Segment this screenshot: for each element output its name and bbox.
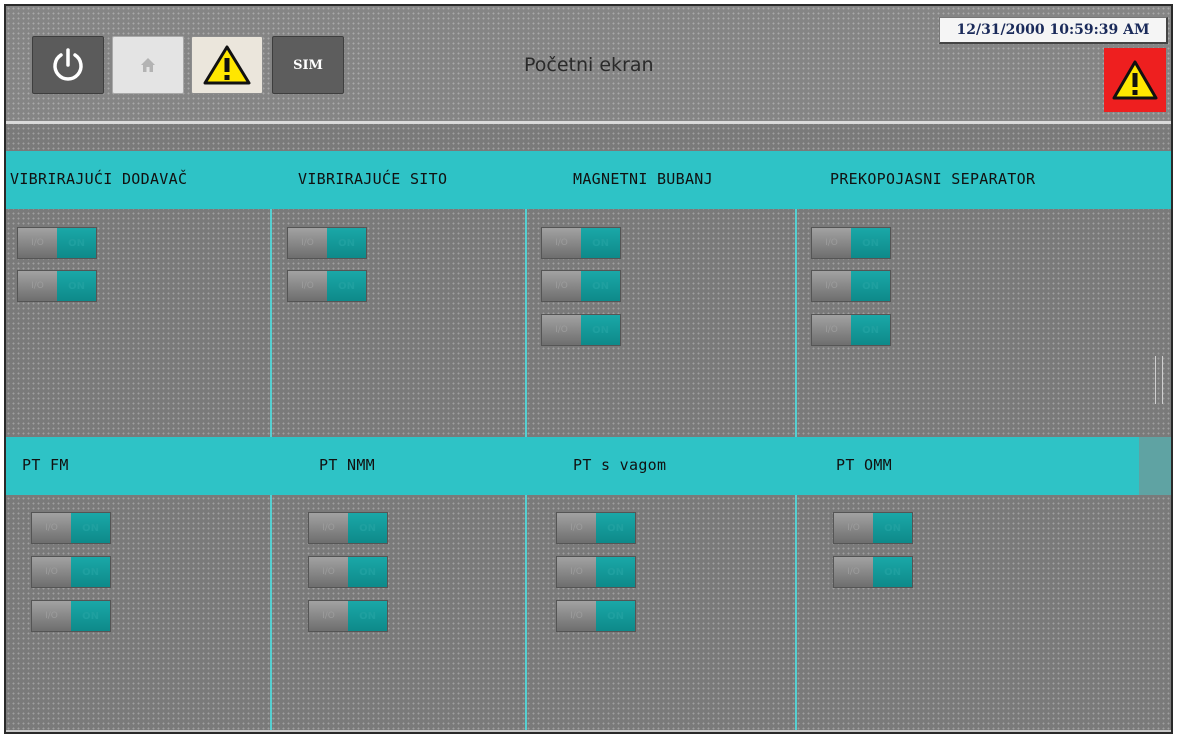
- toggle-switch[interactable]: I/O ON: [833, 512, 913, 544]
- toggle-on-side: ON: [327, 228, 366, 258]
- toggle-switch[interactable]: I/O ON: [31, 512, 111, 544]
- toggle-off-side: I/O: [812, 228, 851, 258]
- toggle-on-side: ON: [71, 557, 110, 587]
- home-button[interactable]: [112, 36, 184, 94]
- section-title-pt-omm: PT OMM: [836, 456, 892, 474]
- toggle-switch[interactable]: I/O ON: [31, 556, 111, 588]
- sim-button-label: SIM: [293, 57, 323, 73]
- toggle-switch[interactable]: I/O ON: [811, 227, 891, 259]
- toggle-switch[interactable]: I/O ON: [833, 556, 913, 588]
- column-divider: [795, 209, 797, 437]
- scrollbar-grip[interactable]: [1155, 356, 1163, 404]
- toggle-on-side: ON: [873, 557, 912, 587]
- section-title-prekopojasni-separator: PREKOPOJASNI SEPARATOR: [830, 170, 1036, 188]
- toggle-on-side: ON: [873, 513, 912, 543]
- toggle-on-side: ON: [851, 228, 890, 258]
- toggle-switch[interactable]: I/O ON: [556, 600, 636, 632]
- warning-icon: [203, 45, 251, 85]
- toggle-switch[interactable]: I/O ON: [541, 270, 621, 302]
- toggle-on-side: ON: [57, 228, 96, 258]
- toggle-on-side: ON: [57, 271, 96, 301]
- toggle-off-side: I/O: [32, 601, 71, 631]
- toggle-off-side: I/O: [32, 557, 71, 587]
- power-icon: [53, 48, 83, 81]
- toggle-on-side: ON: [581, 315, 620, 345]
- toggle-switch[interactable]: I/O ON: [811, 314, 891, 346]
- column-divider: [525, 495, 527, 732]
- alarm-view-button[interactable]: [191, 36, 263, 94]
- toggle-off-side: I/O: [812, 271, 851, 301]
- sim-button[interactable]: SIM: [272, 36, 344, 94]
- toggle-on-side: ON: [327, 271, 366, 301]
- power-button[interactable]: [32, 36, 104, 94]
- section-title-pt-fm: PT FM: [22, 456, 69, 474]
- header-bar: SIM Početni ekran 12/31/2000 10:59:39 AM: [6, 6, 1171, 124]
- toggle-switch[interactable]: I/O ON: [556, 556, 636, 588]
- toggle-off-side: I/O: [288, 271, 327, 301]
- toggle-on-side: ON: [71, 601, 110, 631]
- toggle-off-side: I/O: [288, 228, 327, 258]
- toggle-on-side: ON: [71, 513, 110, 543]
- toggle-off-side: I/O: [834, 513, 873, 543]
- datetime-display: 12/31/2000 10:59:39 AM: [939, 17, 1168, 44]
- toggle-on-side: ON: [851, 315, 890, 345]
- toggle-switch[interactable]: I/O ON: [308, 600, 388, 632]
- column-divider: [270, 209, 272, 437]
- toggle-on-side: ON: [581, 271, 620, 301]
- warning-icon: [1112, 60, 1158, 100]
- toggle-off-side: I/O: [18, 271, 57, 301]
- section-title-magnetni-bubanj: MAGNETNI BUBANJ: [573, 170, 713, 188]
- toggle-off-side: I/O: [557, 557, 596, 587]
- section-title-pt-s-vagom: PT s vagom: [573, 456, 667, 474]
- toggle-on-side: ON: [851, 271, 890, 301]
- toggle-on-side: ON: [348, 557, 387, 587]
- toggle-on-side: ON: [581, 228, 620, 258]
- toggle-switch[interactable]: I/O ON: [308, 512, 388, 544]
- toggle-switch[interactable]: I/O ON: [31, 600, 111, 632]
- section-title-vibrirajuce-sito: VIBRIRAJUĆE SITO: [298, 170, 448, 188]
- column-divider: [270, 495, 272, 732]
- toggle-on-side: ON: [596, 513, 635, 543]
- section-title-pt-nmm: PT NMM: [319, 456, 375, 474]
- toggle-off-side: I/O: [309, 513, 348, 543]
- toggle-off-side: I/O: [18, 228, 57, 258]
- toggle-switch[interactable]: I/O ON: [17, 227, 97, 259]
- toggle-switch[interactable]: I/O ON: [17, 270, 97, 302]
- hmi-screen: SIM Početni ekran 12/31/2000 10:59:39 AM…: [4, 4, 1173, 734]
- toggle-off-side: I/O: [834, 557, 873, 587]
- column-divider: [795, 495, 797, 732]
- section-band-bottom: PT FM PT NMM PT s vagom PT OMM: [6, 437, 1171, 495]
- toggle-switch[interactable]: I/O ON: [287, 270, 367, 302]
- toggle-off-side: I/O: [542, 228, 581, 258]
- scroll-tab[interactable]: [1139, 437, 1171, 495]
- toggle-off-side: I/O: [557, 601, 596, 631]
- toggle-off-side: I/O: [542, 315, 581, 345]
- toggle-on-side: ON: [596, 601, 635, 631]
- toggle-switch[interactable]: I/O ON: [811, 270, 891, 302]
- column-divider: [525, 209, 527, 437]
- toggle-off-side: I/O: [32, 513, 71, 543]
- toggle-switch[interactable]: I/O ON: [287, 227, 367, 259]
- toggle-switch[interactable]: I/O ON: [541, 314, 621, 346]
- toggle-on-side: ON: [348, 601, 387, 631]
- home-icon: [141, 58, 155, 72]
- toggle-off-side: I/O: [542, 271, 581, 301]
- toggle-on-side: ON: [596, 557, 635, 587]
- toggle-off-side: I/O: [309, 557, 348, 587]
- toggle-off-side: I/O: [557, 513, 596, 543]
- toggle-switch[interactable]: I/O ON: [556, 512, 636, 544]
- page-title: Početni ekran: [524, 54, 654, 76]
- toggle-on-side: ON: [348, 513, 387, 543]
- toggle-off-side: I/O: [309, 601, 348, 631]
- toggle-switch[interactable]: I/O ON: [308, 556, 388, 588]
- bottom-border: [6, 730, 1171, 732]
- alarm-indicator[interactable]: [1104, 48, 1166, 112]
- toggle-switch[interactable]: I/O ON: [541, 227, 621, 259]
- toggle-off-side: I/O: [812, 315, 851, 345]
- section-band-top: VIBRIRAJUĆI DODAVAČ VIBRIRAJUĆE SITO MAG…: [6, 151, 1171, 209]
- section-title-vibrirajuci-dodavac: VIBRIRAJUĆI DODAVAČ: [10, 170, 188, 188]
